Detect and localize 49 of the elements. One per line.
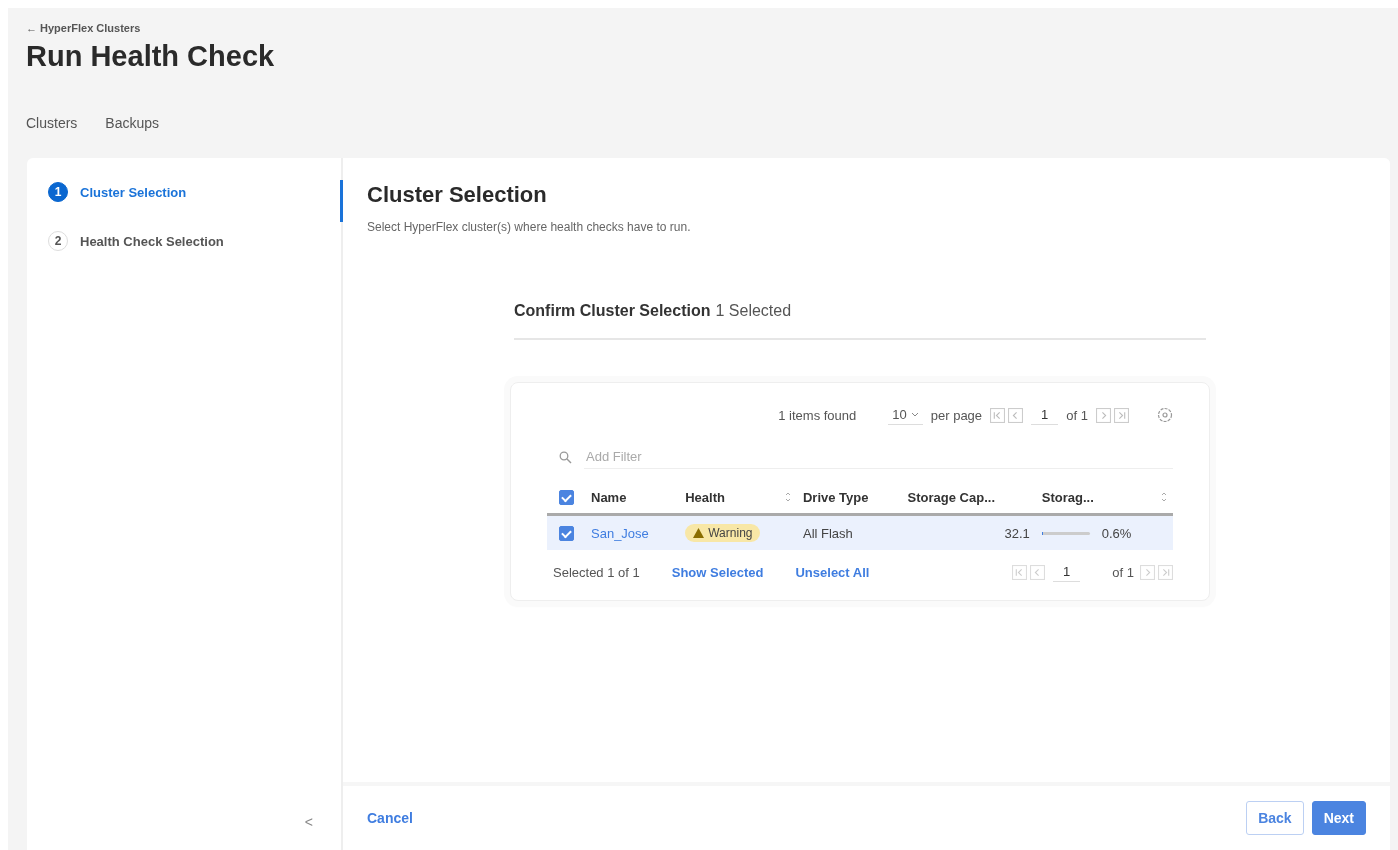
table-cell: All Flash [803, 525, 853, 541]
column-header[interactable]: Storage Cap... [907, 489, 995, 505]
wizard-step[interactable]: 2 Health Check Selection [48, 231, 224, 251]
page-title: Run Health Check [26, 40, 276, 73]
collapse-button[interactable]: < [304, 814, 313, 830]
items-found: 1 items found [778, 407, 857, 423]
table-cell: 32.1 [1004, 525, 1030, 541]
last-page-icon[interactable] [1158, 564, 1173, 580]
back-link[interactable]: ← HyperFlex Clusters [26, 22, 1380, 34]
sort-icon[interactable] [1161, 491, 1167, 504]
table-cell: 0.6% [1101, 525, 1132, 541]
per-page-label: per page [930, 407, 983, 423]
section-subtitle: Select HyperFlex cluster(s) where health checks have to run. [367, 220, 692, 234]
show-selected-link[interactable]: Show Selected [671, 564, 764, 580]
first-page-icon[interactable] [1012, 564, 1028, 580]
first-page-icon[interactable] [990, 407, 1006, 423]
next-button[interactable]: Next [1311, 801, 1366, 835]
page-number-field[interactable]: 1 [1031, 405, 1059, 425]
tab[interactable]: Clusters [26, 115, 78, 136]
column-header[interactable]: Health [685, 489, 725, 505]
utilization-bar [1041, 531, 1090, 535]
per-page-dropdown[interactable]: 10 [888, 405, 923, 425]
page-count: of 1 [1112, 564, 1134, 580]
settings-icon[interactable] [1157, 407, 1173, 423]
back-button[interactable]: Back [1246, 801, 1304, 835]
page-count: of 1 [1066, 407, 1088, 423]
search-icon [559, 450, 572, 464]
previous-page-icon[interactable] [1008, 407, 1024, 423]
next-page-icon[interactable] [1140, 564, 1155, 580]
unselect-all-link[interactable]: Unselect All [795, 564, 870, 580]
column-header[interactable]: Storag... [1041, 489, 1094, 505]
row-checkbox[interactable] [559, 526, 574, 542]
confirm-title: Confirm Cluster Selection [514, 302, 711, 319]
selected-summary: Selected 1 of 1 [553, 564, 640, 580]
next-page-icon[interactable] [1096, 407, 1111, 423]
select-all-checkbox[interactable] [559, 490, 574, 506]
column-header[interactable]: Drive Type [803, 489, 869, 505]
page-number-field[interactable]: 1 [1053, 562, 1081, 583]
cancel-link[interactable]: Cancel [367, 810, 413, 826]
section-title: Cluster Selection [367, 182, 548, 208]
wizard-step[interactable]: 1 Cluster Selection [48, 182, 187, 202]
caret-icon [910, 411, 919, 418]
selected-count: 1 Selected [715, 302, 792, 319]
column-header[interactable]: Name [591, 489, 627, 505]
last-page-icon[interactable] [1114, 407, 1129, 423]
tab[interactable]: Backups [105, 115, 160, 136]
sort-icon[interactable] [785, 491, 791, 504]
health-badge: Warning [685, 524, 761, 543]
previous-page-icon[interactable] [1030, 564, 1046, 580]
